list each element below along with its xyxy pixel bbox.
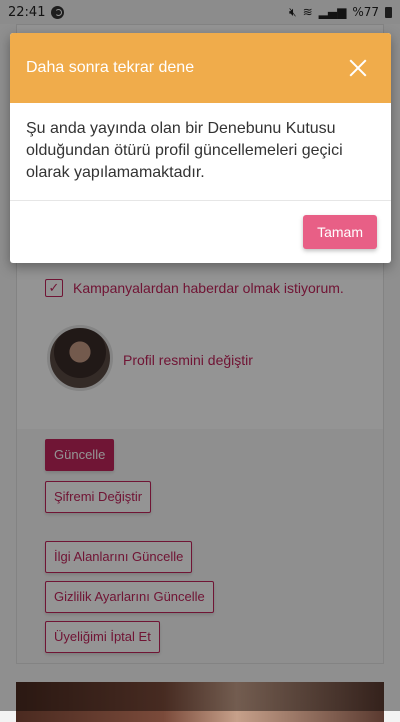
dialog-header: Daha sonra tekrar dene — [10, 33, 391, 103]
ok-button[interactable]: Tamam — [303, 215, 377, 249]
dialog-title: Daha sonra tekrar dene — [26, 59, 195, 76]
dialog-message: Şu anda yayında olan bir Denebunu Kutusu… — [26, 120, 343, 181]
close-icon[interactable] — [349, 59, 367, 77]
dialog-footer: Tamam — [10, 201, 391, 263]
alert-dialog: Daha sonra tekrar dene Şu anda yayında o… — [10, 33, 391, 263]
